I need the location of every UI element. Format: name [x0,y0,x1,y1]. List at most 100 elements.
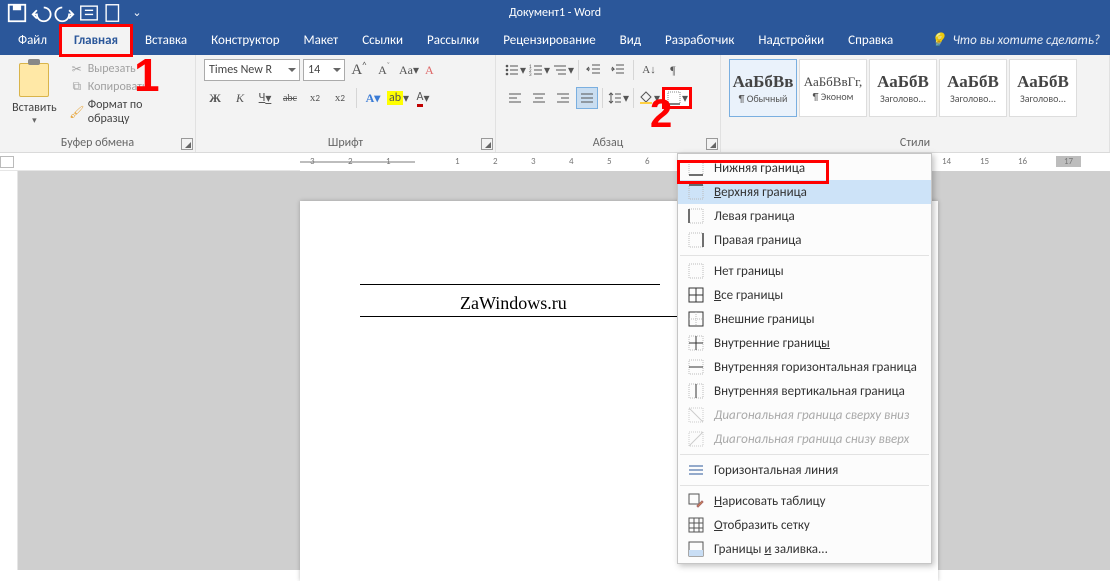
group-font: Times New R 14 A^ Aˇ Aa▾ A⃠ Ж К Ч▾ abc x… [196,55,496,152]
new-doc-icon[interactable] [102,2,124,24]
group-paragraph: ▾ 123▾ ▾ A↓ ¶ ▾ ▾ ▾ Абза [496,55,721,152]
menu-horizontal-line[interactable]: Горизонтальная линия [678,458,931,482]
paragraph-dialog-launcher[interactable] [706,138,718,150]
no-border-icon [688,263,704,279]
clipboard-dialog-launcher[interactable] [181,138,193,150]
menu-all-borders[interactable]: Все границы [678,283,931,307]
menu-borders-shading[interactable]: Границы и заливка... [678,537,931,561]
paste-button[interactable]: Вставить ▾ [8,59,61,129]
multilevel-button[interactable]: ▾ [552,59,574,81]
style-heading2[interactable]: АаБбВ Заголово... [939,59,1007,117]
inside-borders-icon [688,335,704,351]
group-styles: АаБбВв ¶ Обычный АаБбВвГг, ¶ Эконом АаБб… [721,55,1110,152]
subscript-button[interactable]: x2 [304,87,326,109]
menu-inside-v-border[interactable]: Внутренняя вертикальная граница [678,379,931,403]
highlight-button[interactable]: ab▾ [387,87,409,109]
menu-right-border[interactable]: Правая граница [678,228,931,252]
group-clipboard: Вставить ▾ ✂ Вырезать ⧉ Копировать 🖌 Фор… [0,55,196,152]
bold-button[interactable]: Ж [204,87,226,109]
redo-icon[interactable] [54,2,76,24]
group-paragraph-title: Абзац [504,134,712,150]
tab-selector[interactable] [0,156,14,168]
scissors-icon: ✂ [70,62,84,76]
document-workspace: ZaWindows.ru Нижняя граница Верхняя гран… [0,171,1110,570]
cut-button[interactable]: ✂ Вырезать [67,61,187,77]
tab-view[interactable]: Вид [608,27,653,54]
menu-show-grid[interactable]: Отобразить сетку [678,513,931,537]
group-font-title: Шрифт [204,134,487,150]
shrink-font-icon[interactable]: Aˇ [373,59,395,81]
align-right-button[interactable] [552,87,574,109]
superscript-button[interactable]: x2 [329,87,351,109]
save-icon[interactable] [6,2,28,24]
menu-no-border[interactable]: Нет границы [678,259,931,283]
inside-v-border-icon [688,383,704,399]
bullets-button[interactable]: ▾ [504,59,526,81]
undo-icon[interactable] [30,2,52,24]
style-heading3[interactable]: АаБбВ Заголово... [1009,59,1077,117]
pencil-icon [688,493,704,509]
tab-layout[interactable]: Макет [292,27,351,54]
bulb-icon: 💡 [930,33,946,48]
font-size-combo[interactable]: 14 [303,59,345,81]
qat-more-icon[interactable]: ⌄ [126,2,148,24]
font-color-button[interactable]: A▾ [412,87,434,109]
strike-button[interactable]: abc [279,87,301,109]
inside-h-border-icon [688,359,704,375]
font-family-combo[interactable]: Times New R [204,59,300,81]
font-dialog-launcher[interactable] [481,138,493,150]
pilcrow-button[interactable]: ¶ [662,59,684,81]
annotation-2: 2 [650,92,672,137]
line-spacing-button[interactable]: ▾ [607,87,629,109]
grid-icon [688,517,704,533]
align-justify-button[interactable] [576,87,598,109]
title-bar: ⌄ Документ1 - Word [0,0,1110,25]
outside-borders-icon [688,311,704,327]
style-normal[interactable]: АаБбВв ¶ Обычный [729,59,797,117]
bottom-border-icon [688,160,704,176]
tab-help[interactable]: Справка [836,27,905,54]
tell-me[interactable]: 💡 Что вы хотите сделать? [930,33,1110,48]
sort-button[interactable]: A↓ [638,59,660,81]
menu-top-border[interactable]: Верхняя граница [678,180,931,204]
text-effects-button[interactable]: A▾ [362,87,384,109]
numbering-button[interactable]: 123▾ [528,59,550,81]
annotation-1: 1 [134,48,160,102]
tab-file[interactable]: Файл [6,27,59,54]
style-econom[interactable]: АаБбВвГг, ¶ Эконом [799,59,867,117]
menu-inside-borders[interactable]: Внутренние границы [678,331,931,355]
clear-format-icon[interactable]: A⃠ [423,59,445,81]
left-border-icon [688,208,704,224]
ruler-vertical[interactable] [0,171,18,570]
tab-home[interactable]: Главная [59,24,133,57]
menu-outside-borders[interactable]: Внешние границы [678,307,931,331]
menu-draw-table[interactable]: Нарисовать таблицу [678,489,931,513]
tab-developer[interactable]: Разработчик [653,27,746,54]
page-top-line-left [360,284,660,285]
indent-button[interactable] [607,59,629,81]
copy-button[interactable]: ⧉ Копировать [67,79,187,95]
tab-references[interactable]: Ссылки [350,27,415,54]
group-styles-title: Стили [729,134,1101,150]
watermark-text: ZaWindows.ru [460,293,567,314]
outdent-button[interactable] [583,59,605,81]
underline-button[interactable]: Ч▾ [254,87,276,109]
change-case-icon[interactable]: Aa▾ [398,59,420,81]
tab-review[interactable]: Рецензирование [491,27,607,54]
ruler-horizontal[interactable]: 3 2 1 1 2 3 4 5 6 14 15 16 17 [0,153,1110,171]
tab-addins[interactable]: Надстройки [746,27,836,54]
grow-font-icon[interactable]: A^ [348,59,370,81]
borders-shading-icon [688,541,704,557]
menu-bottom-border[interactable]: Нижняя граница [678,156,931,180]
format-painter-button[interactable]: 🖌 Формат по образцу [67,97,187,127]
align-left-button[interactable] [504,87,526,109]
quick-save-icon[interactable] [78,2,100,24]
styles-gallery[interactable]: АаБбВв ¶ Обычный АаБбВвГг, ¶ Эконом АаБб… [729,59,1077,117]
style-heading1[interactable]: АаБбВ Заголово... [869,59,937,117]
tab-mailings[interactable]: Рассылки [415,27,491,54]
menu-inside-h-border[interactable]: Внутренняя горизонтальная граница [678,355,931,379]
tab-design[interactable]: Конструктор [199,27,291,54]
menu-left-border[interactable]: Левая граница [678,204,931,228]
italic-button[interactable]: К [229,87,251,109]
align-center-button[interactable] [528,87,550,109]
